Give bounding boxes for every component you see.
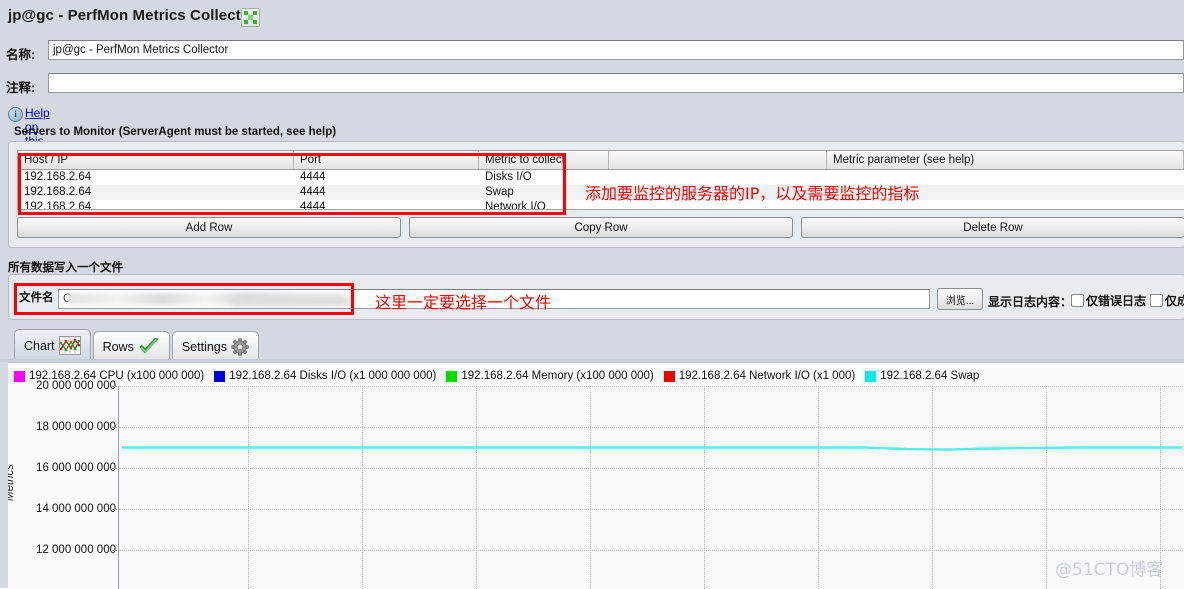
legend-swatch-swap (865, 370, 877, 382)
legend-item[interactable]: 192.168.2.64 Disks I/O (x1 000 000 000) (214, 370, 436, 382)
legend-item[interactable]: 192.168.2.64 Swap (865, 370, 979, 382)
errors-only-label: 仅错误日志 (1086, 294, 1147, 308)
copy-row-button[interactable]: Copy Row (409, 217, 793, 238)
name-input[interactable]: jp@gc - PerfMon Metrics Collector (48, 40, 1184, 60)
legend-swatch-memory (446, 370, 458, 382)
legend-label: 192.168.2.64 Memory (x100 000 000) (461, 370, 654, 382)
chart-panel: 192.168.2.64 CPU (x100 000 000) 192.168.… (0, 362, 1184, 589)
column-header-metric-parameter[interactable]: Metric parameter (see help) (827, 151, 1184, 169)
column-header-host[interactable]: Host / IP (18, 151, 294, 169)
legend-item[interactable]: 192.168.2.64 Memory (x100 000 000) (446, 370, 654, 382)
left-gutter (0, 362, 8, 588)
legend-item[interactable]: 192.168.2.64 Network I/O (x1 000) (663, 370, 856, 382)
cell-host: 192.168.2.64 (24, 201, 92, 210)
filename-label: 文件名 (19, 292, 54, 304)
comment-input[interactable] (48, 73, 1184, 93)
window-titlebar: jp@gc - PerfMon Metrics Collector (0, 0, 1184, 34)
write-all-data-caption: 所有数据写入一个文件 (8, 262, 123, 274)
expand-icon[interactable] (241, 8, 260, 27)
chart-legend: 192.168.2.64 CPU (x100 000 000) 192.168.… (14, 369, 989, 383)
line-chart-icon (58, 336, 81, 355)
y-tick-mark (112, 509, 117, 510)
gear-icon (231, 337, 249, 356)
y-tick-label: 18 000 000 000 (36, 421, 116, 433)
tab-rows-label: Rows (102, 339, 134, 354)
success-only-label: 仅成 (1165, 294, 1184, 308)
y-tick-mark (112, 427, 117, 428)
table-button-row: Add Row Copy Row Delete Row (17, 217, 1184, 238)
y-tick-mark (112, 468, 117, 469)
annotation-text-file: 这里一定要选择一个文件 (375, 293, 552, 312)
legend-swatch-cpu (14, 370, 25, 382)
legend-label: 192.168.2.64 Network I/O (x1 000) (678, 370, 856, 382)
cell-host: 192.168.2.64 (24, 186, 92, 198)
y-tick-mark (112, 386, 117, 387)
y-tick-label: 14 000 000 000 (36, 503, 116, 515)
info-icon: i (8, 107, 23, 122)
comment-label: 注释: (6, 81, 36, 95)
series-line-swap (122, 446, 1182, 451)
tab-settings-label: Settings (181, 339, 228, 354)
show-log-label: 显示日志内容： (988, 295, 1073, 309)
tab-rows[interactable]: Rows (92, 331, 170, 361)
page-title: jp@gc - PerfMon Metrics Collector (8, 7, 256, 24)
legend-swatch-disks (214, 370, 226, 382)
annotation-text-table: 添加要监控的服务器的IP，以及需要监控的指标 (585, 184, 920, 203)
column-header-metric[interactable]: Metric to collect (479, 151, 609, 169)
servers-to-monitor-caption: Servers to Monitor (ServerAgent must be … (14, 126, 337, 138)
y-tick-label: 20 000 000 000 (36, 380, 116, 392)
browse-button[interactable]: 浏览... (937, 288, 983, 310)
add-row-button[interactable]: Add Row (17, 217, 401, 238)
legend-label: 192.168.2.64 Disks I/O (x1 000 000 000) (229, 370, 437, 382)
table-header-row: Host / IP Port Metric to collect Metric … (18, 151, 1184, 170)
tab-bar: Chart Rows Settings (14, 328, 261, 361)
column-header-port[interactable]: Port (294, 151, 479, 169)
errors-only-checkbox[interactable] (1071, 294, 1084, 307)
cell-port: 4444 (300, 171, 326, 183)
legend-label: 192.168.2.64 Swap (880, 370, 980, 382)
column-header-blank[interactable] (609, 151, 827, 169)
y-tick-mark (112, 550, 117, 551)
legend-swatch-network (663, 370, 675, 382)
name-label: 名称: (6, 48, 36, 62)
plot-area[interactable] (118, 386, 1184, 589)
green-check-icon (138, 337, 160, 356)
y-tick-label: 16 000 000 000 (36, 462, 116, 474)
watermark: @51CTO博客 (1055, 560, 1164, 580)
plot-wrapper: Metrics 20 000 000 000 18 000 000 000 16… (0, 380, 1184, 589)
cell-host: 192.168.2.64 (24, 171, 92, 183)
delete-row-button[interactable]: Delete Row (801, 217, 1184, 238)
y-tick-label: 12 000 000 000 (36, 544, 116, 556)
success-only-checkbox[interactable] (1150, 294, 1163, 307)
cell-port: 4444 (300, 186, 326, 198)
redacted-path-blur-2 (229, 295, 349, 306)
cell-port: 4444 (300, 201, 326, 210)
tab-settings[interactable]: Settings (171, 331, 260, 361)
tab-chart-label: Chart (24, 338, 55, 353)
tab-chart[interactable]: Chart (14, 329, 91, 361)
